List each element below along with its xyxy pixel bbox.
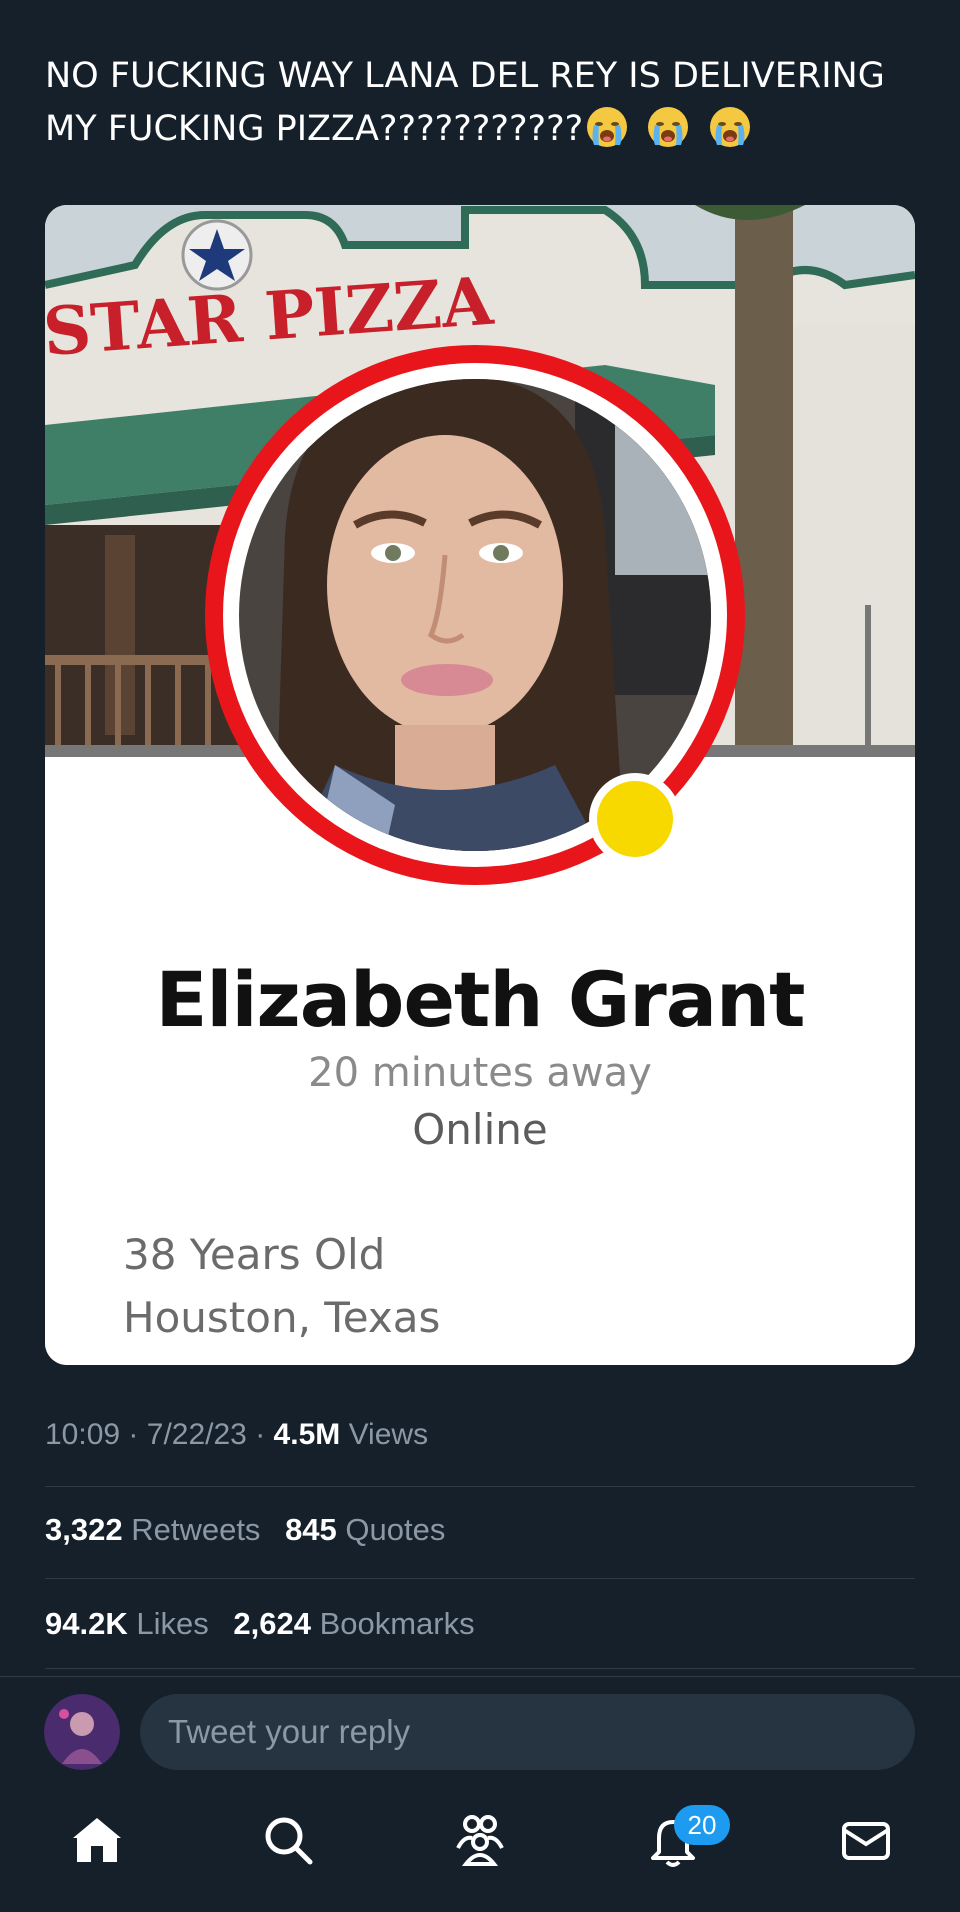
tweet-media-image[interactable]: STAR PIZZA Elizabeth Grant 20 minutes aw… [45,205,915,1365]
profile-name: Elizabeth Grant [155,955,806,1044]
bookmarks-label: Bookmarks [319,1606,475,1641]
tweet-text: NO FUCKING WAY LANA DEL REY IS DELIVERIN… [45,50,915,157]
tweet-time: 10:09 [45,1418,121,1451]
profile-location: Houston, Texas [123,1293,441,1342]
loudly-crying-face-icon [709,106,750,147]
notifications-badge: 20 [674,1805,730,1845]
communities-icon[interactable] [450,1810,510,1870]
views-count: 4.5M [273,1418,341,1451]
quotes-link[interactable]: 845 Quotes [285,1512,445,1547]
user-avatar[interactable] [44,1694,120,1770]
divider [45,1668,915,1669]
divider [45,1578,915,1579]
profile-distance: 20 minutes away [308,1050,652,1096]
loudly-crying-face-icon [587,106,628,147]
bookmarks-link[interactable]: 2,624 Bookmarks [233,1606,474,1641]
retweets-count: 3,322 [45,1512,123,1547]
views-label: Views [348,1418,429,1451]
reply-bar-divider [0,1676,960,1677]
likes-bookmarks-row: 94.2K Likes 2,624 Bookmarks [45,1606,475,1642]
emoji-group [585,104,757,157]
tweet-meta: 10:09 · 7/22/23 · 4.5M Views [45,1418,428,1452]
retweets-quotes-row: 3,322 Retweets 845 Quotes [45,1512,445,1548]
online-status-dot [597,781,673,857]
profile-age: 38 Years Old [123,1230,386,1279]
meta-separator: · [128,1418,139,1451]
bookmarks-count: 2,624 [233,1606,311,1641]
quotes-label: Quotes [345,1512,446,1547]
profile-avatar [205,345,745,885]
home-icon[interactable] [67,1810,127,1870]
search-icon[interactable] [258,1810,318,1870]
retweets-label: Retweets [131,1512,261,1547]
loudly-crying-face-icon [648,106,689,147]
tweet-text-content: NO FUCKING WAY LANA DEL REY IS DELIVERIN… [45,56,885,149]
meta-separator: · [255,1418,266,1451]
likes-link[interactable]: 94.2K Likes [45,1606,209,1641]
divider [45,1486,915,1487]
tweet-detail-page: NO FUCKING WAY LANA DEL REY IS DELIVERIN… [0,0,960,1912]
likes-label: Likes [136,1606,209,1641]
tweet-date: 7/22/23 [146,1418,247,1451]
profile-status: Online [412,1105,548,1154]
quotes-count: 845 [285,1512,337,1547]
messages-icon[interactable] [836,1810,896,1870]
retweets-link[interactable]: 3,322 Retweets [45,1512,260,1547]
likes-count: 94.2K [45,1606,128,1641]
reply-input[interactable]: Tweet your reply [140,1694,915,1770]
